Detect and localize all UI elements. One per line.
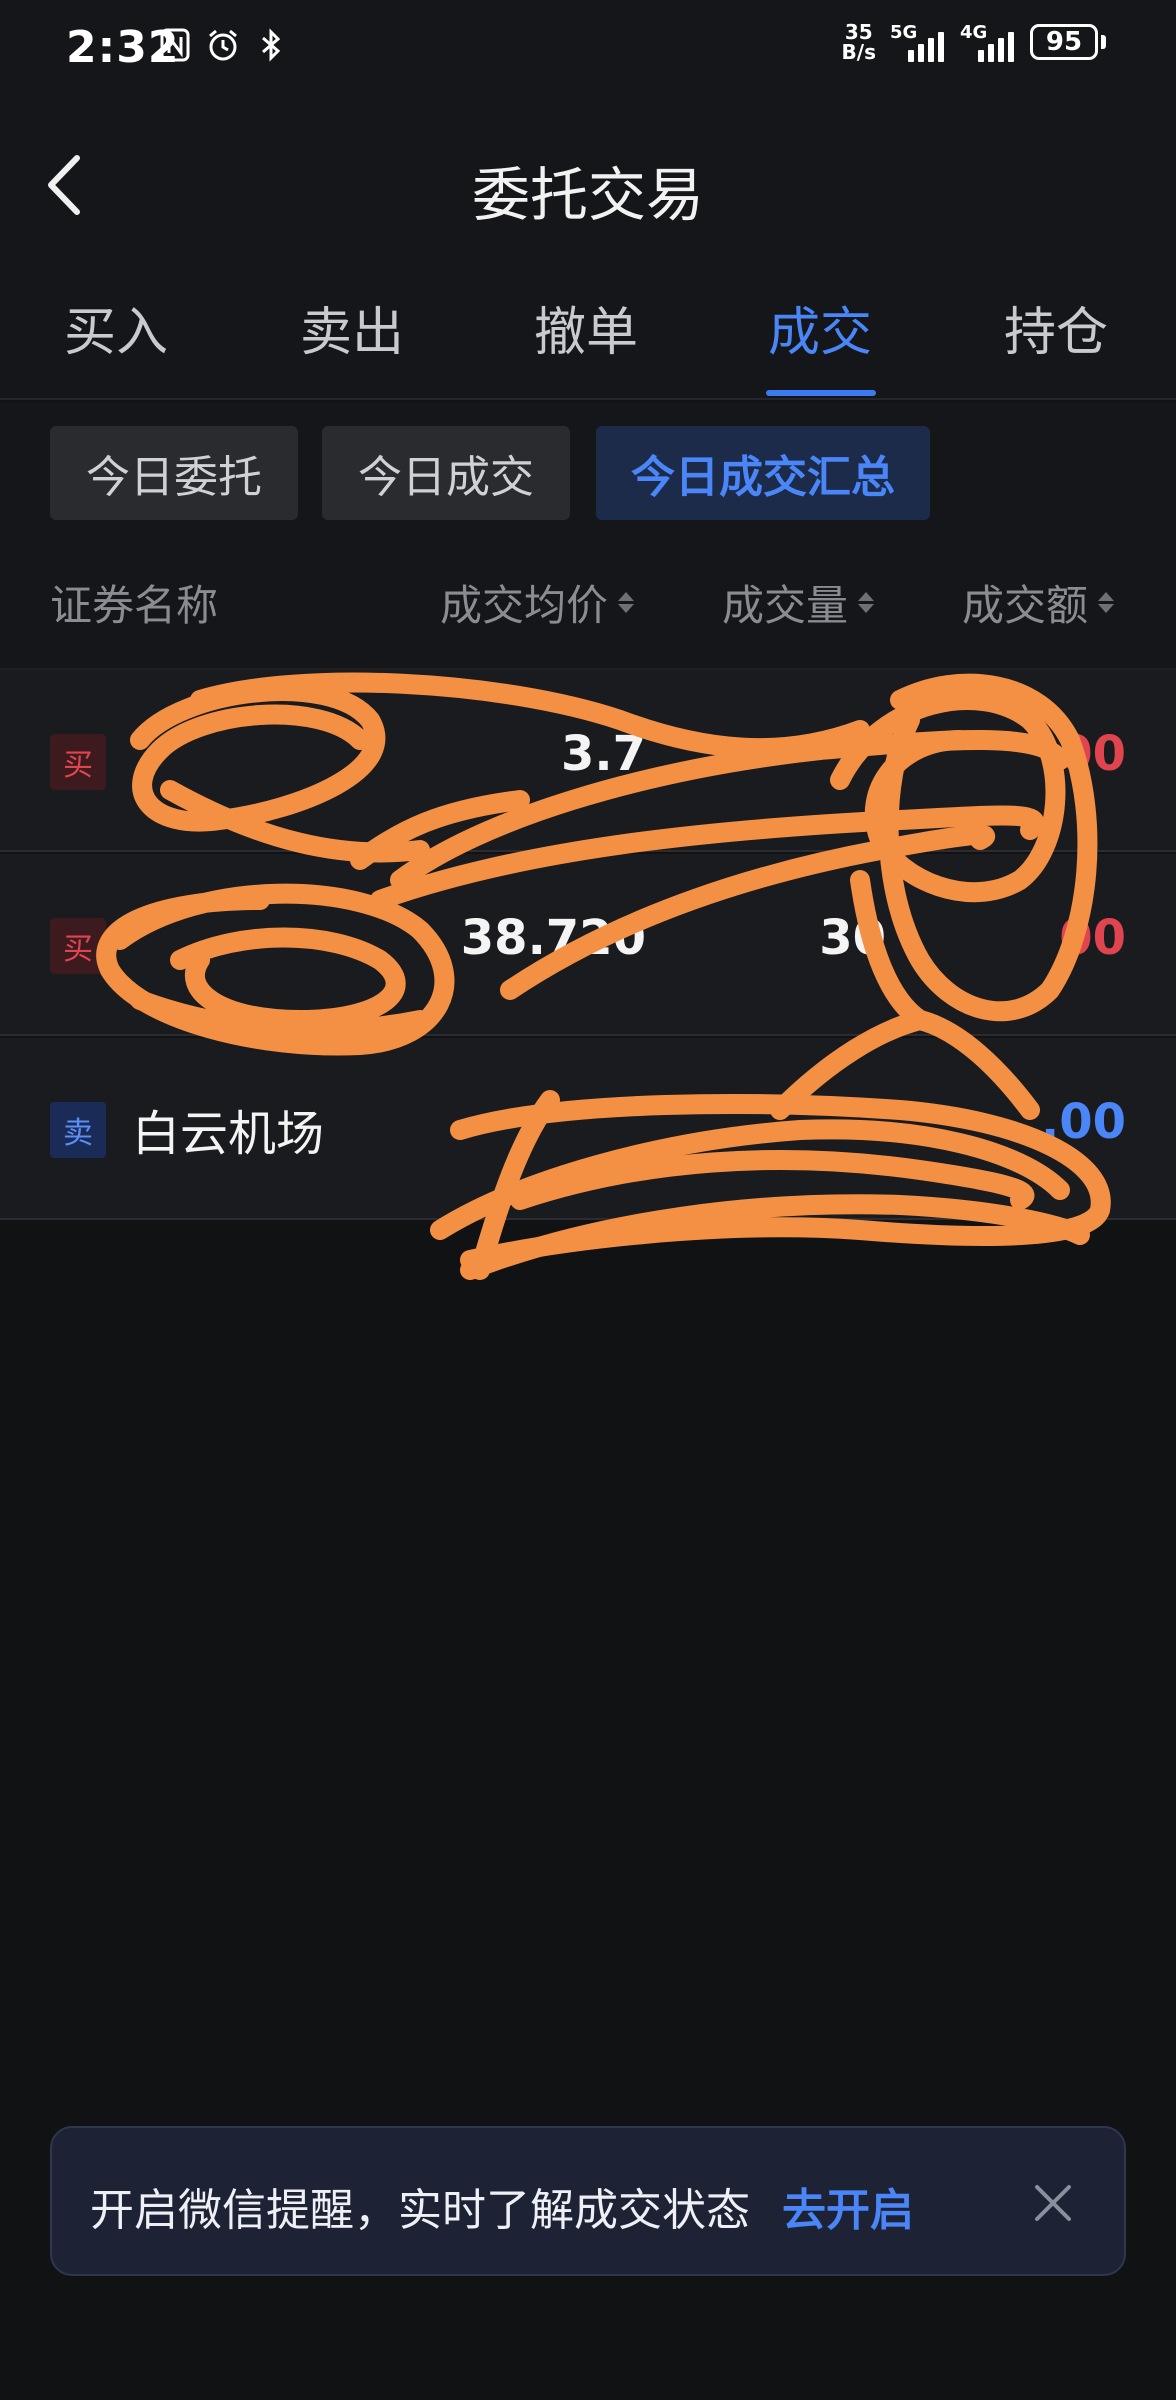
tab-sell[interactable]: 卖出 bbox=[300, 290, 404, 365]
signal-sim2-icon: 4G bbox=[960, 22, 1016, 62]
amount: 00 bbox=[1059, 726, 1126, 782]
active-tab-indicator bbox=[766, 390, 876, 396]
column-amount[interactable]: 成交额 bbox=[962, 572, 1115, 633]
amount: 00 bbox=[1059, 910, 1126, 966]
close-icon bbox=[1035, 2185, 1071, 2221]
tab-positions[interactable]: 持仓 bbox=[1004, 290, 1108, 365]
tab-cancel-order[interactable]: 撤单 bbox=[534, 290, 638, 365]
bluetooth-icon bbox=[254, 26, 288, 64]
column-label: 成交量 bbox=[722, 581, 849, 630]
subtab-today-deals[interactable]: 今日成交 bbox=[322, 426, 570, 520]
subtab-today-orders[interactable]: 今日委托 bbox=[50, 426, 298, 520]
net-speed-value: 35 bbox=[844, 20, 873, 44]
tab-buy[interactable]: 买入 bbox=[64, 290, 168, 365]
page-title: 委托交易 bbox=[471, 161, 704, 229]
avg-price: 3.7 bbox=[560, 726, 646, 782]
table-header: 证券名称 成交均价 成交量 成交额 bbox=[0, 562, 1176, 670]
banner-close-button[interactable] bbox=[1026, 2176, 1080, 2230]
enable-reminder-link[interactable]: 去开启 bbox=[782, 2174, 914, 2238]
table-row[interactable]: 买 38.720 30 00 bbox=[0, 854, 1176, 1036]
amount: .00 bbox=[1040, 1094, 1126, 1150]
net-speed-unit: B/s bbox=[841, 40, 876, 64]
column-label: 证券名称 bbox=[50, 581, 219, 630]
battery-icon: 95 bbox=[1030, 24, 1106, 60]
alarm-icon bbox=[206, 26, 240, 64]
sim2-network: 4G bbox=[960, 22, 988, 43]
signal-sim1-icon: 5G bbox=[890, 22, 946, 62]
column-label: 成交均价 bbox=[440, 581, 609, 630]
nav-header: 委托交易 bbox=[0, 110, 1176, 260]
column-avg-price[interactable]: 成交均价 bbox=[440, 572, 635, 633]
page: 2:32 35 B/s 5G 4G 95 委托交易 买入 卖出 撤单 成交 持仓… bbox=[0, 0, 1176, 2400]
sort-icon bbox=[618, 592, 635, 613]
main-tabs: 买入 卖出 撤单 成交 持仓 bbox=[0, 260, 1176, 400]
nfc-icon bbox=[158, 26, 192, 64]
column-label: 成交额 bbox=[962, 581, 1089, 630]
status-bar: 2:32 35 B/s 5G 4G 95 bbox=[0, 0, 1176, 110]
column-volume[interactable]: 成交量 bbox=[722, 572, 875, 633]
tab-deals[interactable]: 成交 bbox=[768, 290, 872, 365]
banner-text: 开启微信提醒，实时了解成交状态 bbox=[90, 2185, 750, 2236]
sim1-network: 5G bbox=[890, 22, 918, 43]
buy-badge: 买 bbox=[50, 734, 106, 790]
table-row[interactable]: 买 3.7 00 bbox=[0, 670, 1176, 852]
subtab-today-deals-summary[interactable]: 今日成交汇总 bbox=[596, 426, 930, 520]
battery-level: 95 bbox=[1030, 24, 1098, 60]
sort-icon bbox=[858, 592, 875, 613]
volume: 30 bbox=[819, 910, 886, 966]
table-row[interactable]: 卖 白云机场 .00 bbox=[0, 1038, 1176, 1220]
column-security-name: 证券名称 bbox=[50, 572, 218, 633]
sell-badge: 卖 bbox=[50, 1102, 106, 1158]
sub-tabs: 今日委托 今日成交 今日成交汇总 bbox=[0, 402, 1176, 562]
buy-badge: 买 bbox=[50, 918, 106, 974]
sort-icon bbox=[1098, 592, 1115, 613]
security-name: 白云机场 bbox=[132, 1106, 325, 1162]
wechat-reminder-banner: 开启微信提醒，实时了解成交状态 去开启 bbox=[50, 2126, 1126, 2276]
status-left-icons bbox=[158, 26, 288, 64]
net-speed: 35 B/s bbox=[842, 22, 876, 62]
avg-price: 38.720 bbox=[460, 910, 646, 966]
status-right-icons: 35 B/s 5G 4G 95 bbox=[842, 22, 1106, 62]
